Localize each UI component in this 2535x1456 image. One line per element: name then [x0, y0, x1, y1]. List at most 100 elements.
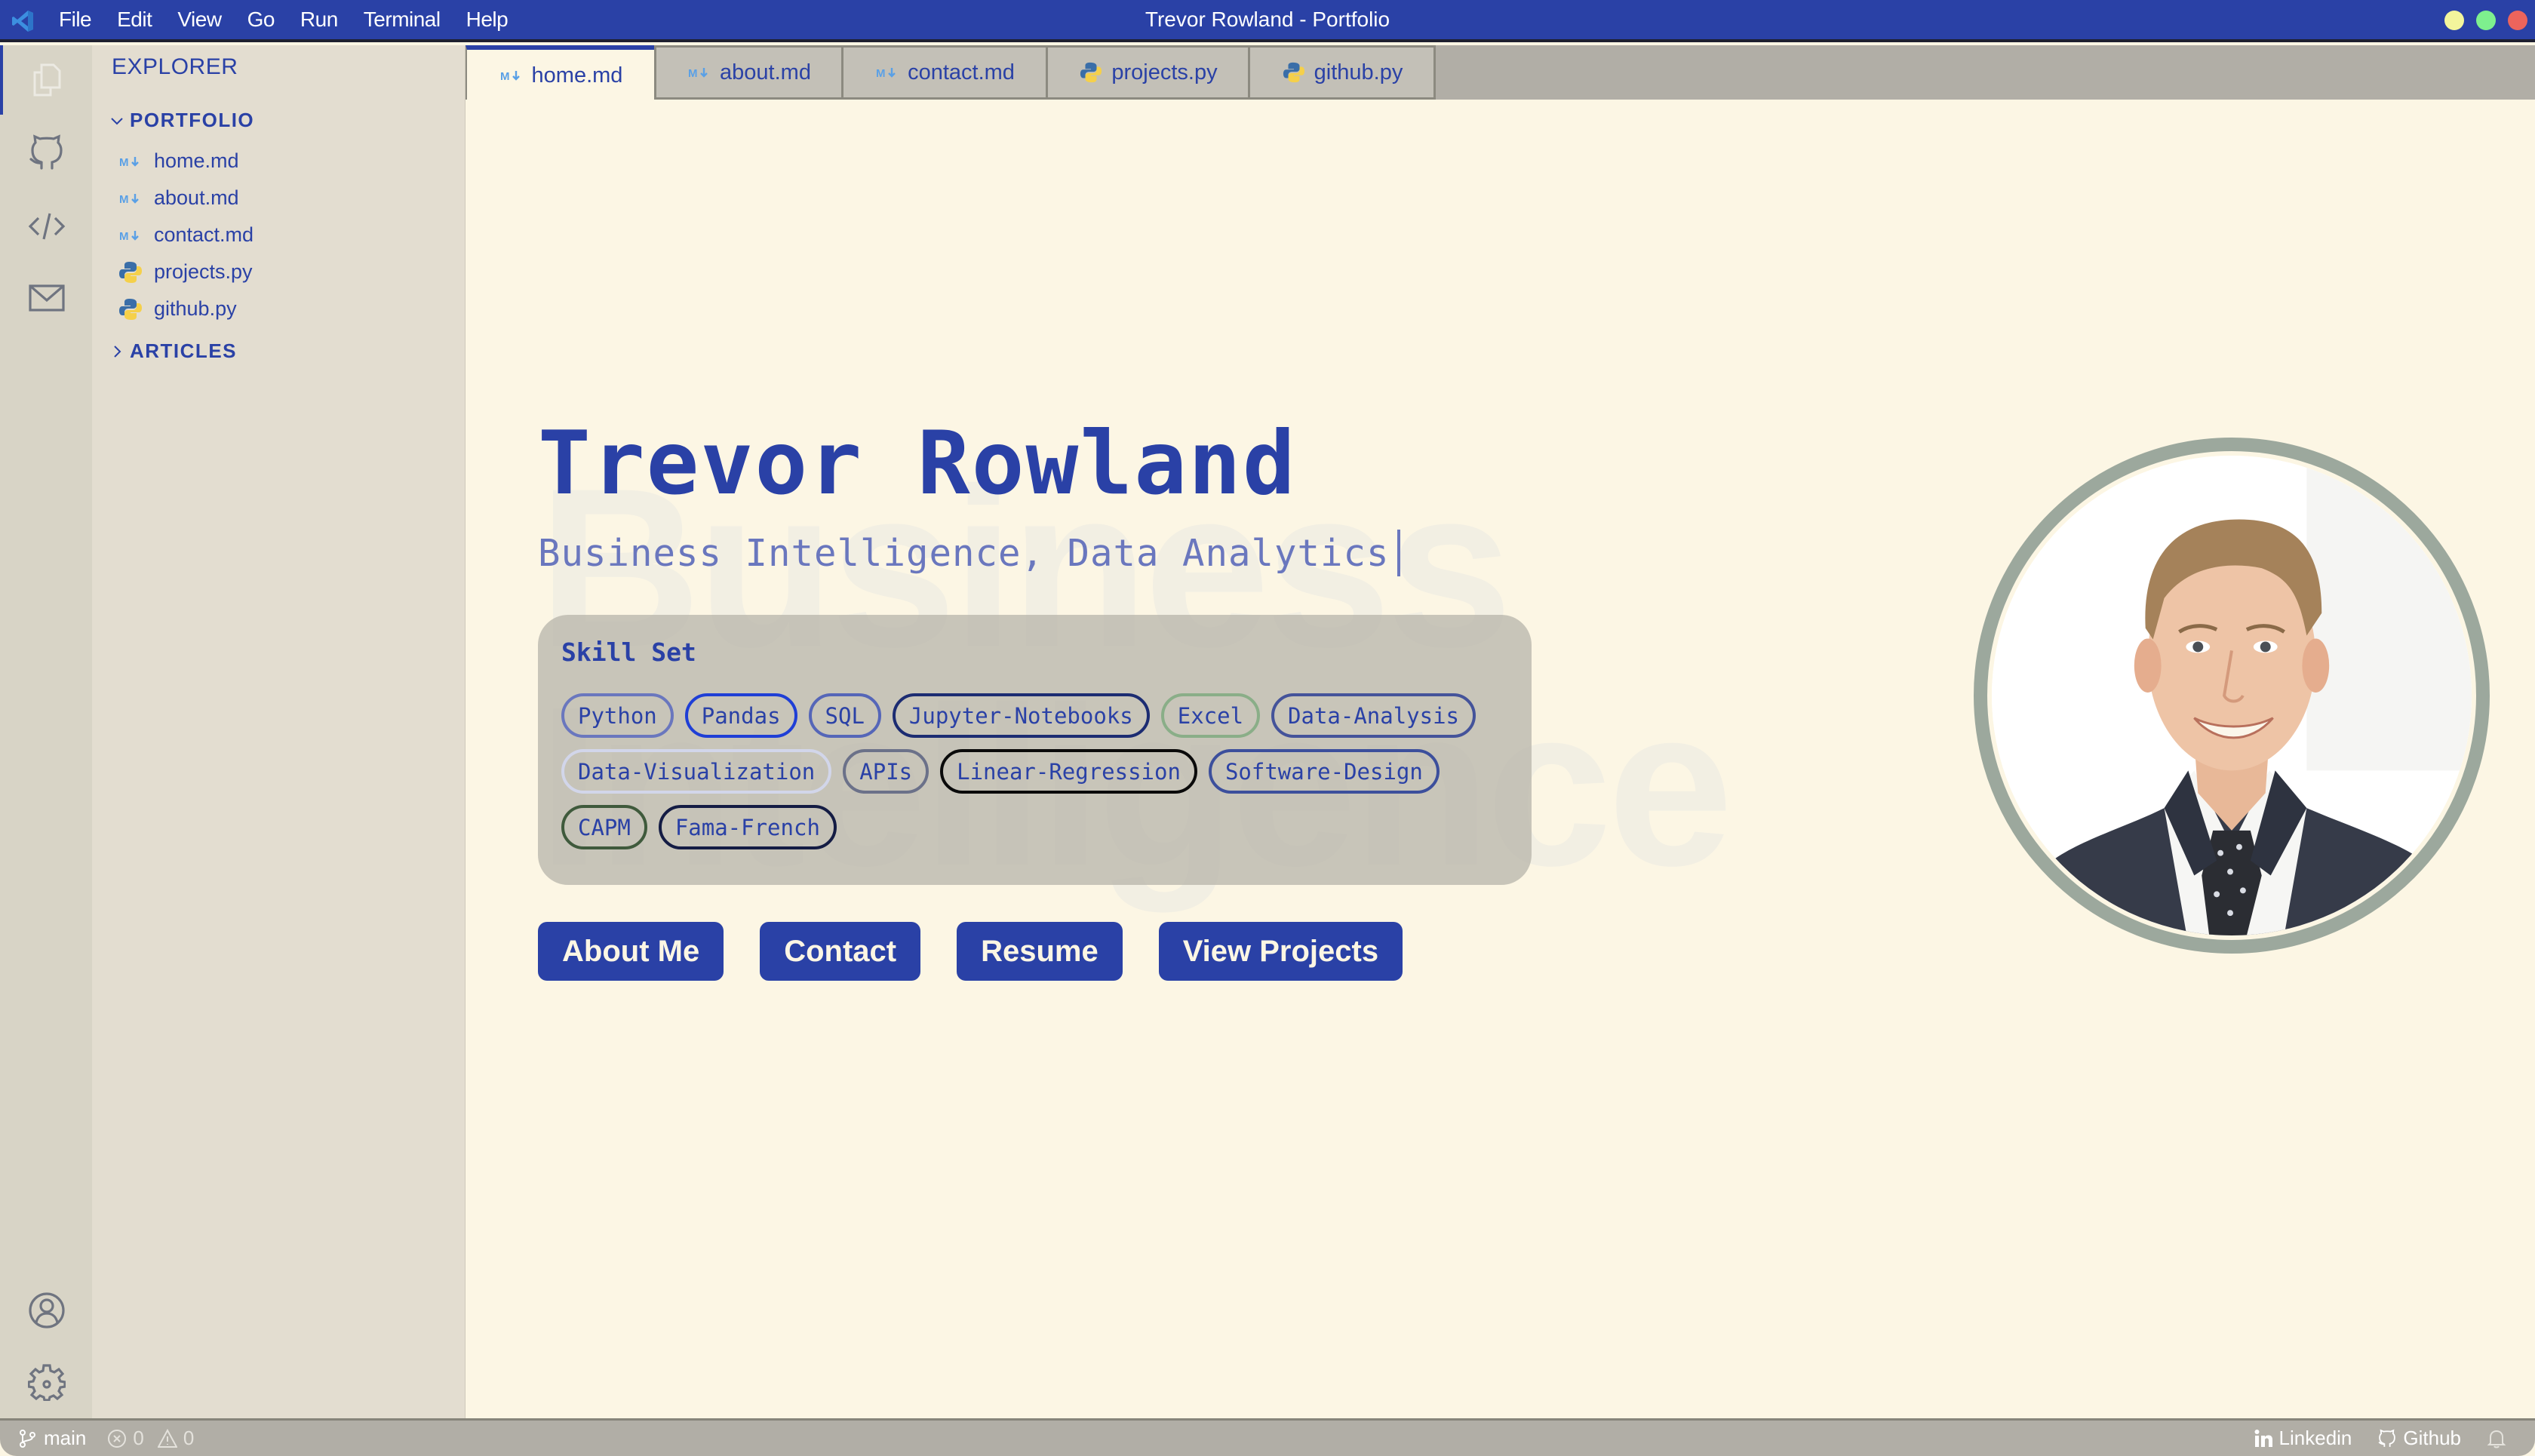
skill-tag: Excel — [1160, 693, 1261, 738]
hero-subtitle: Business Intelligence, Data Analytics — [538, 530, 1400, 576]
markdown-icon: M — [499, 64, 524, 87]
svg-text:M: M — [119, 156, 129, 167]
view-projects-button[interactable]: View Projects — [1158, 922, 1403, 981]
skill-tag: Pandas — [684, 693, 797, 738]
tab-label: projects.py — [1111, 60, 1218, 84]
skill-set-card: Skill Set Python Pandas SQL Jupyter-Note… — [538, 615, 1532, 885]
svg-text:M: M — [876, 67, 886, 78]
file-projects-py[interactable]: projects.py — [118, 260, 253, 284]
activity-bar — [0, 45, 92, 1418]
github-icon[interactable] — [28, 134, 66, 171]
python-icon — [1078, 61, 1104, 84]
skill-tag: APIs — [843, 749, 930, 794]
skill-tag: Linear-Regression — [940, 749, 1197, 794]
file-contact-md[interactable]: M contact.md — [118, 223, 254, 247]
resume-button[interactable]: Resume — [957, 922, 1123, 981]
tab-label: github.py — [1314, 60, 1403, 84]
mail-icon[interactable] — [28, 279, 66, 317]
svg-text:M: M — [119, 193, 129, 204]
files-icon[interactable] — [28, 60, 66, 98]
chevron-right-icon — [114, 345, 121, 358]
account-icon[interactable] — [28, 1292, 66, 1329]
menu-help[interactable]: Help — [466, 8, 509, 32]
subtitle-text: Business Intelligence, Data Analytics — [538, 531, 1390, 575]
skill-tag: Data-Analysis — [1271, 693, 1476, 738]
profile-photo — [1974, 438, 2490, 954]
markdown-icon: M — [118, 224, 143, 247]
maximize-button[interactable] — [2476, 11, 2496, 30]
menu-go[interactable]: Go — [247, 8, 275, 32]
editor-area: Business Intelligence Trevor Rowland Bus… — [466, 100, 2535, 1418]
close-button[interactable] — [2508, 11, 2527, 30]
file-github-py[interactable]: github.py — [118, 297, 237, 321]
file-label: contact.md — [154, 223, 254, 246]
branch-indicator[interactable]: main — [18, 1427, 86, 1450]
skill-tag: Python — [561, 693, 674, 738]
menu-terminal[interactable]: Terminal — [364, 8, 441, 32]
minimize-button[interactable] — [2444, 11, 2464, 30]
contact-button[interactable]: Contact — [760, 922, 921, 981]
menu-bar: File Edit View Go Run Terminal Help — [59, 0, 533, 39]
file-label: home.md — [154, 149, 239, 172]
about-me-button[interactable]: About Me — [538, 922, 724, 981]
menu-run[interactable]: Run — [300, 8, 338, 32]
action-buttons: About Me Contact Resume View Projects — [538, 922, 1403, 981]
file-home-md[interactable]: M home.md — [118, 149, 239, 173]
skill-tag: Jupyter-Notebooks — [892, 693, 1150, 738]
skill-set-title: Skill Set — [561, 637, 696, 667]
python-icon — [118, 261, 143, 284]
typing-cursor — [1397, 530, 1400, 576]
window-controls — [2444, 11, 2527, 30]
branch-name: main — [44, 1427, 87, 1449]
markdown-icon: M — [118, 150, 143, 173]
skill-tag: SQL — [808, 693, 881, 738]
tab-github-py[interactable]: github.py — [1248, 45, 1436, 100]
github-link[interactable]: Github — [2377, 1427, 2461, 1450]
tab-home-md[interactable]: M home.md — [466, 45, 654, 101]
markdown-icon: M — [874, 61, 900, 84]
linkedin-icon — [2254, 1429, 2272, 1447]
tab-projects-py[interactable]: projects.py — [1046, 45, 1250, 100]
menu-edit[interactable]: Edit — [117, 8, 152, 32]
menu-view[interactable]: View — [177, 8, 222, 32]
skill-tag: CAPM — [561, 805, 647, 849]
linkedin-link[interactable]: Linkedin — [2254, 1427, 2352, 1450]
markdown-icon: M — [118, 187, 143, 210]
folder-label: PORTFOLIO — [130, 109, 255, 131]
menu-file[interactable]: File — [59, 8, 92, 32]
tab-about-md[interactable]: M about.md — [654, 45, 843, 100]
bell-icon — [2487, 1430, 2506, 1448]
settings-gear-icon[interactable] — [27, 1363, 66, 1402]
file-label: github.py — [154, 297, 237, 320]
file-about-md[interactable]: M about.md — [118, 186, 239, 210]
git-branch-icon — [20, 1429, 35, 1448]
explorer-title: EXPLORER — [112, 54, 238, 79]
error-count: 0 — [133, 1427, 144, 1449]
notifications-button[interactable] — [2487, 1429, 2512, 1448]
folder-articles[interactable]: ARTICLES — [109, 339, 237, 363]
code-icon[interactable] — [28, 207, 66, 245]
explorer-sidebar: EXPLORER PORTFOLIO M home.md M about.md … — [92, 45, 466, 1418]
skill-tag: Data-Visualization — [561, 749, 832, 794]
tab-contact-md[interactable]: M contact.md — [841, 45, 1048, 100]
tab-label: contact.md — [908, 60, 1015, 84]
hero-name: Trevor Rowland — [538, 413, 1297, 515]
warning-icon — [157, 1428, 177, 1448]
tab-bar: M home.md M about.md M contact.md projec… — [466, 45, 2535, 101]
tab-label: about.md — [720, 60, 811, 84]
python-icon — [118, 298, 143, 321]
github-icon — [2378, 1429, 2396, 1447]
svg-text:M: M — [119, 230, 129, 241]
svg-text:M: M — [500, 70, 510, 81]
chevron-down-icon — [111, 117, 123, 124]
file-label: projects.py — [154, 260, 253, 283]
errors-indicator[interactable]: 0 0 — [107, 1427, 194, 1450]
active-indicator — [0, 45, 3, 115]
window-title: Trevor Rowland - Portfolio — [1145, 8, 1390, 31]
warning-count: 0 — [183, 1427, 195, 1449]
folder-label: ARTICLES — [130, 339, 237, 362]
folder-portfolio[interactable]: PORTFOLIO — [109, 109, 254, 132]
portrait-image — [1992, 456, 2472, 935]
skill-tags: Python Pandas SQL Jupyter-Notebooks Exce… — [561, 693, 1512, 849]
github-label: Github — [2403, 1427, 2461, 1449]
